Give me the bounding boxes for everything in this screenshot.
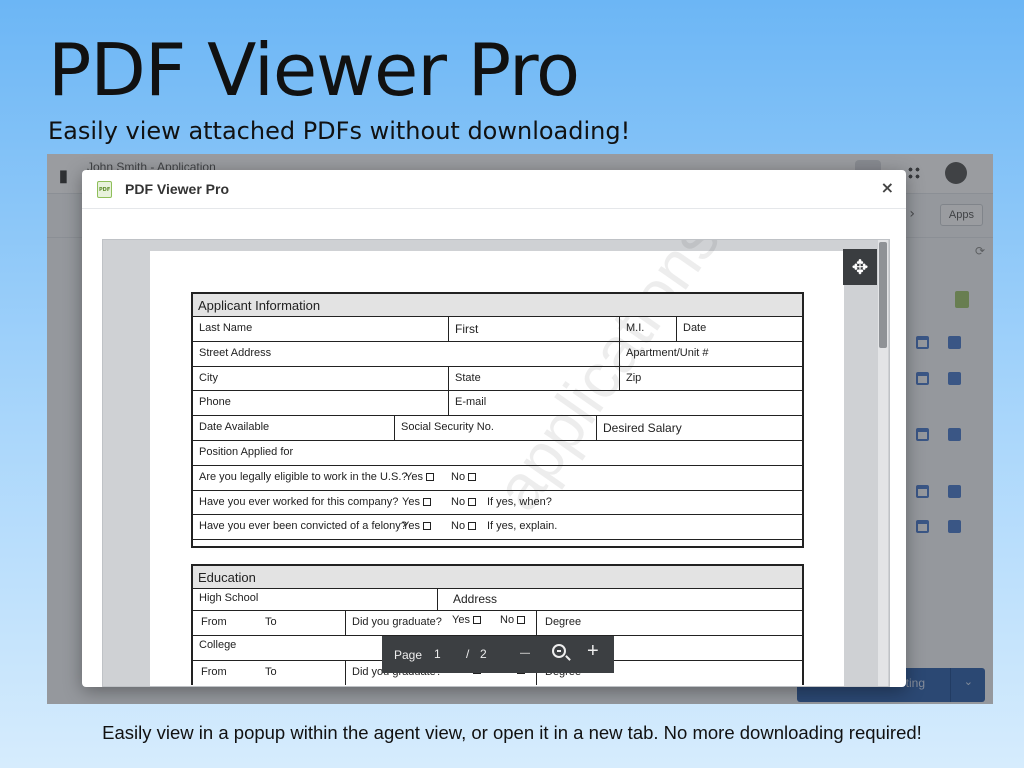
app-screenshot: ▮ John Smith - Application › Apps ⟳ ting… xyxy=(47,154,993,704)
scrollbar-thumb[interactable] xyxy=(879,242,887,348)
page-label: Page xyxy=(394,648,423,662)
high-school-label: High School xyxy=(199,592,259,604)
middle-initial-label: M.I. xyxy=(626,322,645,334)
form-row: Have you ever worked for this company? Y… xyxy=(193,491,802,516)
no-option: No xyxy=(445,466,477,490)
form-row: Have you ever been convicted of a felony… xyxy=(193,515,802,541)
no-checkbox[interactable] xyxy=(468,472,477,481)
yes-label: Yes xyxy=(402,520,420,533)
no-option: No xyxy=(445,515,477,539)
to-label: To xyxy=(265,616,277,628)
close-icon[interactable]: × xyxy=(881,178,894,197)
city-label: City xyxy=(199,371,218,384)
phone-label: Phone xyxy=(199,396,231,409)
no-checkbox[interactable] xyxy=(517,616,526,624)
yes-label: Yes xyxy=(402,495,420,508)
if-yes-when-label: If yes, when? xyxy=(487,495,552,508)
yes-option: Yes xyxy=(446,611,481,635)
yes-option: Yes xyxy=(396,515,431,539)
current-page[interactable]: 1 xyxy=(434,647,441,661)
address-label: Address xyxy=(453,592,498,606)
pdf-icon-text: PDF xyxy=(99,187,111,193)
move-icon[interactable]: ✥ xyxy=(843,249,877,285)
form-row: Are you legally eligible to work in the … xyxy=(193,466,802,491)
form-row: From To Did you graduate? Yes No Degree xyxy=(193,611,802,636)
form-row: Date Available Social Security No. Desir… xyxy=(193,416,802,441)
zoom-icon[interactable] xyxy=(552,644,566,658)
yes-checkbox[interactable] xyxy=(425,472,434,481)
page-toolbar: Page 1 / 2 – + xyxy=(382,636,614,673)
form-row: High School Address xyxy=(193,589,802,611)
applicant-information-section: Applicant Information Last Name First M.… xyxy=(191,292,804,549)
date-available-label: Date Available xyxy=(199,421,270,434)
pdf-viewer-modal: PDF PDF Viewer Pro × applications.com Ap… xyxy=(82,170,906,687)
modal-title: PDF Viewer Pro xyxy=(125,181,230,197)
email-label: E-mail xyxy=(455,396,487,409)
hero-title: PDF Viewer Pro xyxy=(48,28,580,112)
from-label: From xyxy=(201,665,227,678)
to-label: To xyxy=(265,665,277,678)
date-label: Date xyxy=(683,322,707,334)
yes-label: Yes xyxy=(405,470,423,483)
degree-label: Degree xyxy=(545,616,582,628)
yes-checkbox[interactable] xyxy=(472,616,481,624)
page-separator: / xyxy=(466,647,470,661)
ssn-label: Social Security No. xyxy=(401,421,494,434)
form-row: Street Address Apartment/Unit # xyxy=(193,341,802,367)
modal-header: PDF PDF Viewer Pro × xyxy=(82,170,906,209)
form-row: Last Name First M.I. Date xyxy=(193,317,802,342)
first-name-label: First xyxy=(455,322,479,336)
felony-question: Have you ever been convicted of a felony… xyxy=(199,520,407,533)
eligible-question: Are you legally eligible to work in the … xyxy=(199,470,408,483)
yes-checkbox[interactable] xyxy=(422,522,431,531)
form-row: City State Zip xyxy=(193,366,802,392)
vertical-scrollbar[interactable] xyxy=(878,240,888,686)
total-pages: 2 xyxy=(480,647,487,661)
if-yes-explain-label: If yes, explain. xyxy=(487,520,558,533)
section-heading: Applicant Information xyxy=(193,294,802,317)
no-checkbox[interactable] xyxy=(468,497,477,506)
pdf-file-icon: PDF xyxy=(97,181,112,198)
yes-option: Yes xyxy=(396,491,431,515)
from-label: From xyxy=(201,616,227,628)
no-option: No xyxy=(445,491,477,515)
section-heading: Education xyxy=(193,566,802,589)
no-label: No xyxy=(451,470,466,483)
desired-salary-label: Desired Salary xyxy=(603,421,682,436)
last-name-label: Last Name xyxy=(199,322,253,334)
yes-checkbox[interactable] xyxy=(422,497,431,506)
no-option: No xyxy=(494,611,526,635)
yes-option: Yes xyxy=(399,466,434,490)
no-label: No xyxy=(500,614,515,626)
hero-subtitle: Easily view attached PDFs without downlo… xyxy=(48,117,631,145)
pdf-page: applications.com Applicant Information L… xyxy=(150,240,844,686)
zoom-out-button[interactable]: – xyxy=(520,642,530,663)
zip-label: Zip xyxy=(626,371,642,384)
apartment-label: Apartment/Unit # xyxy=(626,346,709,359)
street-address-label: Street Address xyxy=(199,346,272,359)
no-label: No xyxy=(451,495,466,508)
graduate-question: Did you graduate? xyxy=(352,616,442,628)
worked-question: Have you ever worked for this company? xyxy=(199,495,399,508)
pdf-viewport[interactable]: applications.com Applicant Information L… xyxy=(102,239,890,687)
position-label: Position Applied for xyxy=(199,445,294,458)
yes-label: Yes xyxy=(452,614,470,626)
form-row: Phone E-mail xyxy=(193,391,802,417)
form-row: Position Applied for xyxy=(193,441,802,466)
no-checkbox[interactable] xyxy=(468,522,477,531)
caption: Easily view in a popup within the agent … xyxy=(102,722,922,743)
zoom-in-button[interactable]: + xyxy=(587,640,599,663)
college-label: College xyxy=(199,638,237,651)
state-label: State xyxy=(455,371,481,384)
no-label: No xyxy=(451,520,466,533)
